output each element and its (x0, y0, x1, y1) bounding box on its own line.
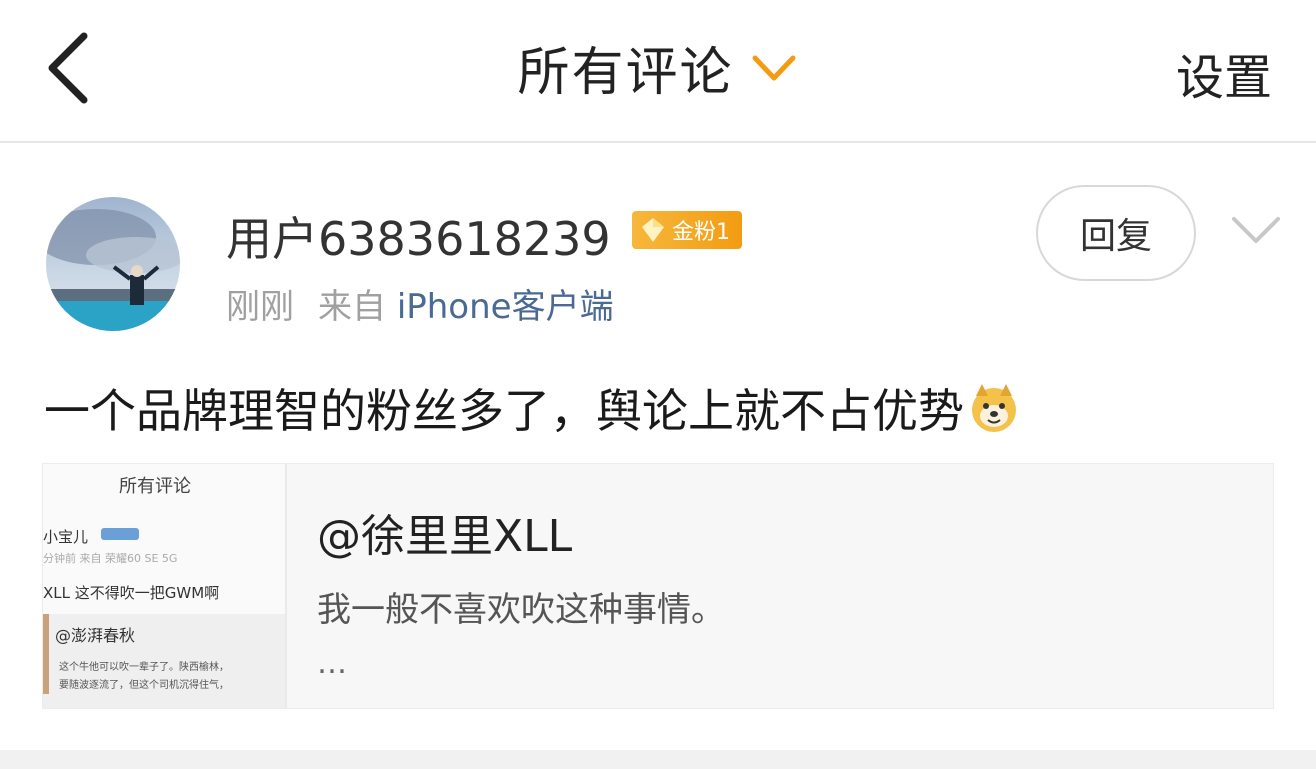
quoted-text: 我一般不喜欢吹这种事情。 (317, 590, 725, 630)
page-title: 所有评论 (517, 43, 734, 103)
doge-emoji-icon (972, 384, 1016, 432)
thumb-inner-quote: @澎湃春秋 这个牛他可以吹一辈子了。陕西榆林， 要随波逐流了，但这个司机沉得住气… (43, 614, 285, 708)
diamond-icon (642, 218, 664, 242)
thumb-title: 所有评论 (119, 476, 191, 497)
avatar[interactable] (46, 197, 180, 331)
reply-button[interactable]: 回复 (1036, 185, 1196, 281)
chevron-down-icon[interactable] (1228, 213, 1284, 247)
quoted-ellipsis: … (317, 646, 351, 681)
comment-filter-dropdown[interactable]: 所有评论 (0, 30, 1316, 105)
thumb-mention: @澎湃春秋 (55, 626, 136, 645)
thumb-line-1: 这个牛他可以吹一辈子了。陕西榆林， (59, 662, 229, 673)
quoted-author[interactable]: @徐里里XLL (317, 500, 572, 564)
comment-text: 一个品牌理智的粉丝多了，舆论上就不占优势 (44, 375, 1020, 441)
thumb-meta: 分钟前 来自 荣耀60 SE 5G (43, 552, 178, 565)
thumb-line-2: 要随波逐流了，但这个司机沉得住气， (59, 680, 229, 691)
avatar-image (46, 197, 180, 331)
top-nav-bar: 所有评论 设置 (0, 0, 1316, 143)
quoted-post-card[interactable]: 所有评论 小宝儿 分钟前 来自 荣耀60 SE 5G XLL 这不得吹一把GWM… (42, 463, 1274, 709)
source-prefix: 来自 (318, 287, 386, 327)
comment-meta: 刚刚 来自 iPhone客户端 (226, 279, 614, 328)
comment-time: 刚刚 (226, 287, 294, 327)
comment-card: 用户6383618239 金粉1 刚刚 来自 iPhone客户端 回复 一个品牌理… (0, 145, 1316, 750)
quoted-post-thumbnail: 所有评论 小宝儿 分钟前 来自 荣耀60 SE 5G XLL 这不得吹一把GWM… (43, 464, 287, 708)
divider (0, 750, 1316, 769)
chevron-down-icon (752, 55, 796, 80)
comment-body: 一个品牌理智的粉丝多了，舆论上就不占优势 (44, 384, 964, 438)
source-device-link[interactable]: iPhone客户端 (397, 287, 614, 327)
username[interactable]: 用户6383618239 (226, 203, 611, 269)
badge-label: 金粉1 (672, 220, 730, 245)
thumb-user: 小宝儿 (43, 528, 89, 546)
thumb-badge (101, 528, 139, 540)
thumb-body: XLL 这不得吹一把GWM啊 (43, 584, 220, 602)
fan-level-badge[interactable]: 金粉1 (632, 211, 742, 249)
settings-button[interactable]: 设置 (1176, 38, 1272, 108)
